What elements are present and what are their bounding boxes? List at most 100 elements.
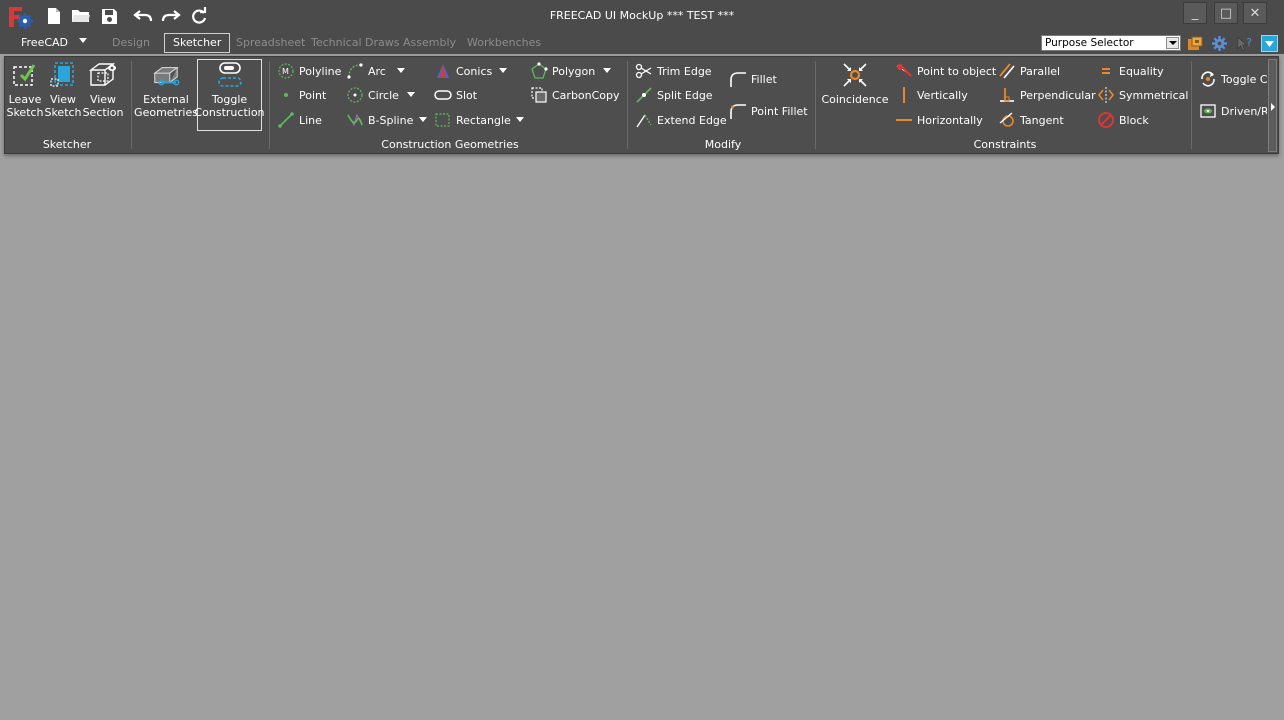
split-edge-label: Split Edge [657, 88, 713, 102]
split-edge-button[interactable]: Split Edge [635, 84, 713, 106]
parallel-button[interactable]: Parallel [998, 60, 1060, 82]
bspline-button[interactable]: B-Spline [346, 109, 413, 131]
open-folder-icon[interactable] [70, 5, 92, 27]
purpose-selector[interactable]: Purpose Selector [1041, 35, 1181, 51]
polygon-label: Polygon [552, 64, 596, 78]
group-separator [1191, 61, 1192, 149]
package-icon[interactable] [1186, 35, 1203, 52]
new-file-icon[interactable] [43, 5, 65, 27]
view-section-button[interactable]: View Section [83, 60, 123, 119]
arc-chevron-down-icon[interactable] [397, 68, 405, 73]
group-separator [815, 61, 816, 149]
rectangle-icon [434, 111, 452, 129]
extend-edge-label: Extend Edge [657, 113, 727, 127]
polyline-label: Polyline [299, 64, 342, 78]
coincidence-label: Coincidence [821, 93, 889, 106]
polygon-button[interactable]: Polygon [530, 60, 595, 82]
tab-workbenches[interactable]: Workbenches [467, 33, 541, 53]
carboncopy-label: CarbonCopy [552, 88, 620, 102]
group-separator [131, 61, 132, 149]
redo-icon[interactable] [160, 5, 182, 27]
toggle-constraints-button[interactable]: Toggle Cons [1199, 68, 1267, 90]
scroll-right-arrow-icon[interactable] [1271, 103, 1275, 111]
tab-sketcher[interactable]: Sketcher [164, 33, 231, 53]
fillet-icon [729, 70, 747, 88]
gear-icon[interactable] [1211, 35, 1228, 52]
vertically-label: Vertically [917, 88, 968, 102]
vertically-button[interactable]: Vertically [895, 84, 968, 106]
point-fillet-button[interactable]: Point Fillet [729, 100, 808, 122]
block-button[interactable]: Block [1097, 109, 1149, 131]
maximize-button[interactable]: □ [1214, 2, 1238, 24]
view-sketch-button[interactable]: View Sketch [44, 60, 82, 119]
horizontally-button[interactable]: Horizontally [895, 109, 983, 131]
scissors-icon [635, 62, 653, 80]
perpendicular-label: Perpendicular [1020, 88, 1096, 102]
line-button[interactable]: Line [277, 109, 322, 131]
chevron-down-icon[interactable] [1166, 37, 1179, 49]
tab-spreadsheet[interactable]: Spreadsheet [236, 33, 305, 53]
coincidence-button[interactable]: Coincidence [821, 60, 889, 106]
circle-label: Circle [368, 88, 399, 102]
freecad-logo-icon[interactable] [7, 5, 33, 29]
block-label: Block [1119, 113, 1149, 127]
equality-label: Equality [1119, 64, 1164, 78]
tab-design[interactable]: Design [112, 33, 150, 53]
leave-sketch-button[interactable]: Leave Sketch [6, 60, 44, 119]
circle-button[interactable]: Circle [346, 84, 399, 106]
bspline-chevron-down-icon[interactable] [419, 117, 427, 122]
view-sketch-label: View Sketch [44, 93, 82, 119]
trim-edge-button[interactable]: Trim Edge [635, 60, 712, 82]
bspline-icon [346, 111, 364, 129]
polyline-button[interactable]: M Polyline [277, 60, 341, 82]
external-geometries-button[interactable]: External Geometries [134, 60, 198, 119]
refresh-icon[interactable] [188, 5, 210, 27]
group-label-construction: Construction Geometries [381, 138, 519, 151]
equality-button[interactable]: Equality [1097, 60, 1164, 82]
arc-button[interactable]: Arc [346, 60, 386, 82]
help-pointer-icon[interactable]: ? [1236, 35, 1253, 52]
parallel-label: Parallel [1020, 64, 1061, 78]
toggle-construction-label: Toggle Construction [194, 93, 265, 119]
conics-button[interactable]: Conics [434, 60, 492, 82]
point-fillet-label: Point Fillet [751, 104, 808, 118]
line-icon [277, 111, 295, 129]
polygon-chevron-down-icon[interactable] [603, 68, 611, 73]
tab-assembly[interactable]: Assembly [403, 33, 456, 53]
rectangle-chevron-down-icon[interactable] [516, 117, 524, 122]
driven-reference-button[interactable]: Driven/Refer [1199, 100, 1267, 122]
chevron-down-icon[interactable] [79, 38, 87, 43]
close-button[interactable]: ✕ [1243, 2, 1267, 24]
carboncopy-icon [530, 86, 548, 104]
extend-edge-button[interactable]: Extend Edge [635, 109, 727, 131]
line-label: Line [299, 113, 322, 127]
tab-freecad-menu[interactable]: FreeCAD [21, 33, 68, 53]
conics-chevron-down-icon[interactable] [499, 68, 507, 73]
carboncopy-button[interactable]: CarbonCopy [530, 84, 620, 106]
rectangle-label: Rectangle [456, 113, 511, 127]
group-label-sketcher: Sketcher [42, 138, 92, 151]
point-to-object-button[interactable]: Point to object [895, 60, 996, 82]
rectangle-button[interactable]: Rectangle [434, 109, 511, 131]
tangent-button[interactable]: Tangent [998, 109, 1064, 131]
polyline-icon: M [277, 62, 295, 80]
extend-edge-icon [635, 111, 653, 129]
point-to-object-label: Point to object [917, 64, 997, 78]
slot-button[interactable]: Slot [434, 84, 477, 106]
fillet-button[interactable]: Fillet [729, 68, 777, 90]
toggle-construction-button[interactable]: Toggle Construction [194, 59, 265, 131]
leave-sketch-label: Leave Sketch [6, 93, 44, 119]
minimize-button[interactable]: _ [1183, 2, 1207, 24]
symmetrical-button[interactable]: Symmetrical [1097, 84, 1188, 106]
arc-icon [346, 62, 364, 80]
dropdown-menu-icon[interactable] [1261, 35, 1278, 52]
workspace-canvas[interactable] [0, 160, 1284, 720]
perpendicular-button[interactable]: Perpendicular [998, 84, 1096, 106]
tab-technical-draws[interactable]: Technical Draws [311, 33, 399, 53]
tangent-icon [998, 111, 1016, 129]
point-button[interactable]: Point [277, 84, 326, 106]
save-icon[interactable] [98, 5, 120, 27]
circle-chevron-down-icon[interactable] [407, 92, 415, 97]
horizontally-label: Horizontally [917, 113, 983, 127]
undo-icon[interactable] [132, 5, 154, 27]
